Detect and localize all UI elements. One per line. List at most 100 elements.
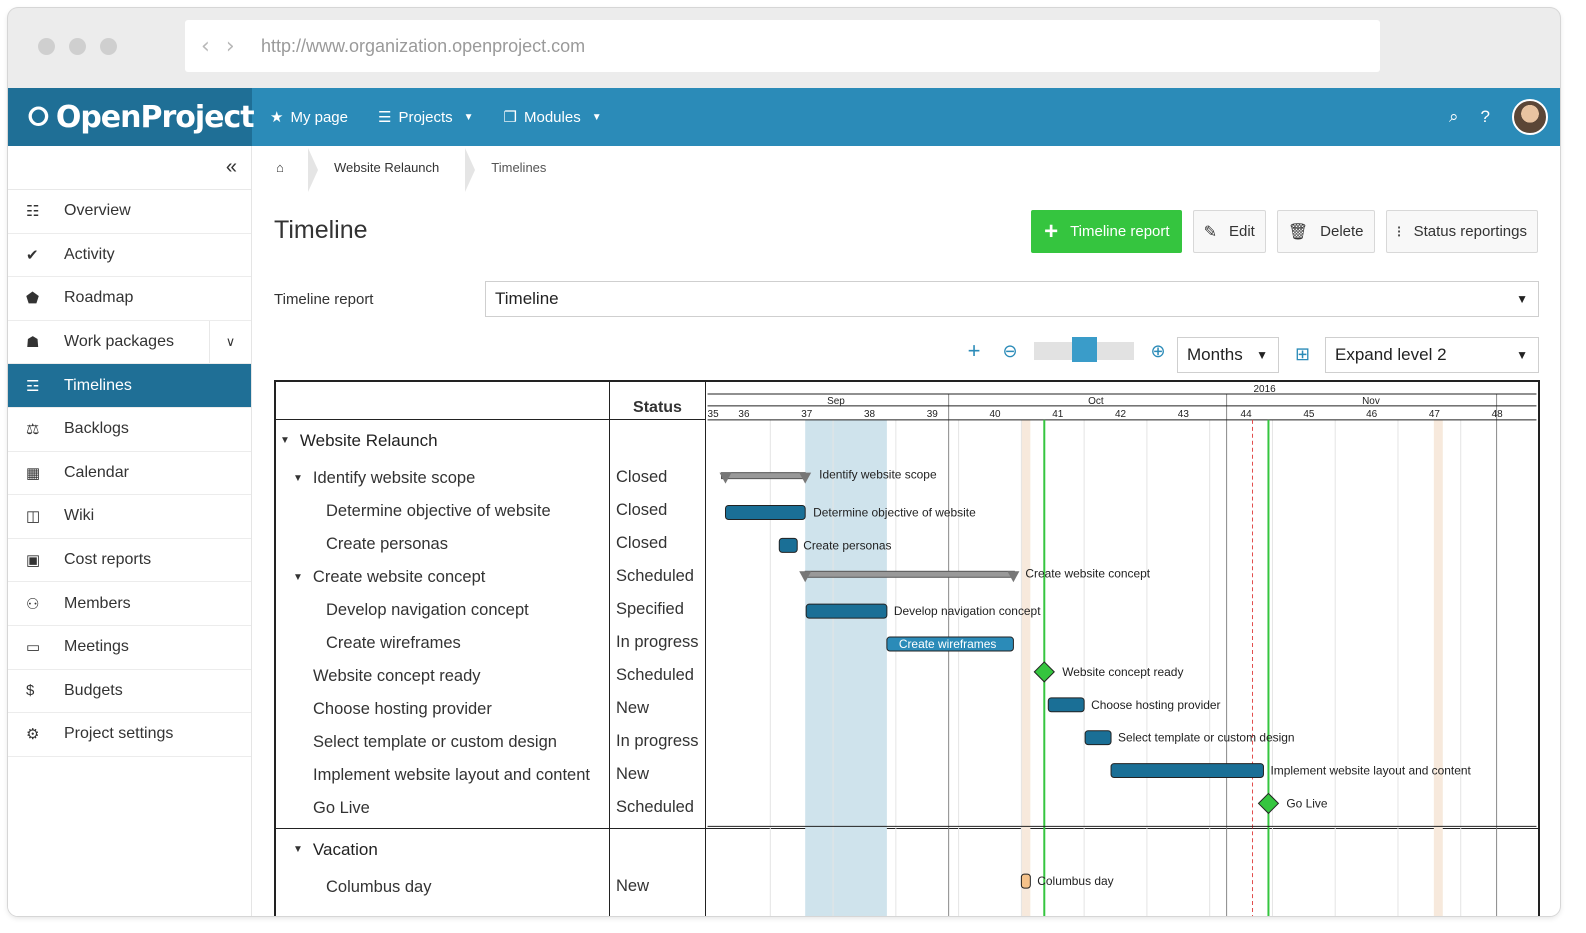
url-text[interactable]: http://www.organization.openproject.com (261, 36, 585, 57)
work-package-row[interactable]: Implement website layout and content (313, 759, 590, 792)
maximize-dot[interactable] (100, 38, 117, 55)
gantt-bar[interactable]: Develop navigation concept (805, 603, 1041, 619)
work-package-row[interactable]: Develop navigation concept (326, 594, 529, 627)
sidebar-item-timelines[interactable]: ☲ Timelines (8, 364, 251, 408)
gantt-parent-bar[interactable]: Identify website scope (719, 468, 937, 484)
back-icon[interactable]: ‹ (201, 34, 210, 59)
sidebar-item-members[interactable]: ⚇ Members (8, 582, 251, 626)
work-package-name[interactable]: Website concept ready (313, 667, 481, 686)
sidebar-item-meetings[interactable]: ▭ Meetings (8, 626, 251, 670)
week-label: 39 (927, 409, 939, 420)
group-row[interactable]: ▼ Website Relaunch (280, 424, 438, 457)
outline-expand-icon[interactable]: ⊞ (1295, 344, 1310, 365)
work-package-name[interactable]: Select template or custom design (313, 733, 557, 752)
gantt-bar[interactable]: Choose hosting provider (1047, 697, 1221, 713)
work-package-row[interactable]: Columbus day (326, 871, 431, 904)
work-package-row[interactable]: ▼ Create website concept (293, 561, 485, 594)
close-dot[interactable] (38, 38, 55, 55)
work-package-row[interactable]: Go Live (313, 792, 370, 825)
sidebar-item-budgets[interactable]: $ Budgets (8, 670, 251, 714)
sidebar-item-activity[interactable]: ✔ Activity (8, 234, 251, 278)
zoom-in-icon[interactable]: ⊕ (1140, 341, 1176, 362)
work-package-row[interactable]: Create personas (326, 528, 448, 561)
forward-icon[interactable]: › (226, 34, 235, 59)
work-package-row[interactable]: Choose hosting provider (313, 693, 492, 726)
work-package-name[interactable]: Create personas (326, 535, 448, 554)
dropdown-arrow-icon: ▼ (1516, 348, 1528, 362)
gantt-bar[interactable]: Implement website layout and content (1110, 763, 1472, 779)
zoom-slider-handle[interactable] (1072, 337, 1097, 362)
gantt-milestone[interactable]: Website concept ready (1033, 661, 1183, 683)
add-timeline-report-label: Timeline report (1070, 223, 1170, 240)
breadcrumb-project[interactable]: Website Relaunch (307, 147, 469, 192)
status-cell: In progress (616, 633, 699, 651)
collapse-triangle-icon[interactable]: ▼ (293, 572, 303, 583)
edit-button[interactable]: ✎ Edit (1192, 210, 1266, 253)
timeline-report-select[interactable]: Timeline ▼ (485, 281, 1539, 317)
gantt-bar[interactable]: Determine objective of website (724, 505, 976, 520)
group-row[interactable]: ▼ Vacation (293, 833, 378, 866)
add-icon[interactable]: + (956, 338, 992, 364)
work-package-name[interactable]: Choose hosting provider (313, 700, 492, 719)
avatar[interactable] (1512, 99, 1548, 135)
delete-button[interactable]: 🗑 Delete (1276, 210, 1375, 253)
status-cell: Closed (616, 501, 668, 519)
sidebar-item-wiki[interactable]: ◫ Wiki (8, 495, 251, 539)
collapse-triangle-icon[interactable]: ▼ (280, 435, 290, 446)
work-package-row[interactable]: Determine objective of website (326, 495, 551, 528)
gantt-milestone[interactable]: Go Live (1257, 792, 1328, 815)
minimize-dot[interactable] (69, 38, 86, 55)
work-package-row[interactable]: Select template or custom design (313, 726, 557, 759)
sidebar-item-cost-reports[interactable]: ▣ Cost reports (8, 539, 251, 583)
my-page-link[interactable]: ★ My page (270, 108, 348, 127)
work-package-name[interactable]: Determine objective of website (326, 502, 551, 521)
projects-menu[interactable]: ☰ Projects ▼ (378, 108, 474, 127)
sidebar-item-project-settings[interactable]: ⚙ Project settings (8, 713, 251, 757)
top-right-actions: ⌕ ? (1449, 88, 1548, 146)
address-bar[interactable]: ‹ › http://www.organization.openproject.… (185, 20, 1380, 72)
collapse-sidebar-button[interactable]: « (8, 146, 251, 190)
timescale-select[interactable]: Months ▼ (1177, 337, 1279, 373)
work-package-name[interactable]: Create website concept (313, 568, 485, 587)
status-reportings-button[interactable]: ⁝ Status reportings (1385, 210, 1538, 253)
work-package-row[interactable]: ▼ Identify website scope (293, 462, 475, 495)
zoom-slider[interactable] (1034, 337, 1134, 362)
sidebar-item-calendar[interactable]: ▦ Calendar (8, 452, 251, 496)
collapse-triangle-icon[interactable]: ▼ (293, 473, 303, 484)
sidebar-item-work-packages[interactable]: ☗ Work packages ∨ (8, 320, 251, 365)
logo[interactable]: ⭘ OpenProject (8, 88, 255, 146)
work-package-name[interactable]: Implement website layout and content (313, 766, 590, 785)
status-cell: Scheduled (616, 798, 694, 816)
chevron-down-icon[interactable]: ∨ (209, 320, 251, 364)
search-icon[interactable]: ⌕ (1449, 107, 1459, 127)
work-package-row[interactable]: Create wireframes (326, 627, 461, 660)
gantt-chart: 2016 Sep Oct Nov 35 36 37 38 39 40 41 42… (707, 384, 1537, 916)
gantt-vacation-bar[interactable]: Columbus day (1020, 873, 1114, 889)
cube-icon: ❒ (503, 109, 517, 126)
collapse-triangle-icon[interactable]: ▼ (293, 844, 303, 855)
sidebar-item-label: Wiki (64, 507, 95, 525)
sidebar-item-label: Activity (64, 245, 115, 263)
month-label: Nov (1362, 396, 1380, 407)
work-package-name[interactable]: Develop navigation concept (326, 601, 529, 620)
holiday-band (1021, 419, 1031, 916)
gantt-bar-selected[interactable]: Create wireframes (886, 636, 1014, 652)
work-package-name[interactable]: Columbus day (326, 878, 431, 897)
work-package-name[interactable]: Go Live (313, 799, 370, 818)
gantt-label: Create wireframes (899, 637, 997, 651)
double-chevron-left-icon: « (225, 156, 237, 178)
gantt-bar[interactable]: Create personas (778, 537, 891, 553)
sidebar-item-overview[interactable]: ☷ Overview (8, 190, 251, 234)
modules-menu[interactable]: ❒ Modules ▼ (503, 108, 602, 127)
help-icon[interactable]: ? (1481, 107, 1490, 127)
work-package-name[interactable]: Create wireframes (326, 634, 461, 653)
zoom-out-icon[interactable]: ⊖ (992, 341, 1028, 362)
work-package-row[interactable]: Website concept ready (313, 660, 481, 693)
expand-level-select[interactable]: Expand level 2 ▼ (1325, 337, 1539, 373)
work-package-name[interactable]: Identify website scope (313, 469, 475, 488)
sidebar-item-backlogs[interactable]: ⚖ Backlogs (8, 408, 251, 452)
gantt-bar[interactable]: Select template or custom design (1084, 730, 1295, 746)
sidebar-item-roadmap[interactable]: ⬟ Roadmap (8, 277, 251, 321)
add-timeline-report-button[interactable]: + Timeline report (1031, 210, 1182, 253)
home-icon[interactable]: ⌂ (252, 160, 312, 175)
